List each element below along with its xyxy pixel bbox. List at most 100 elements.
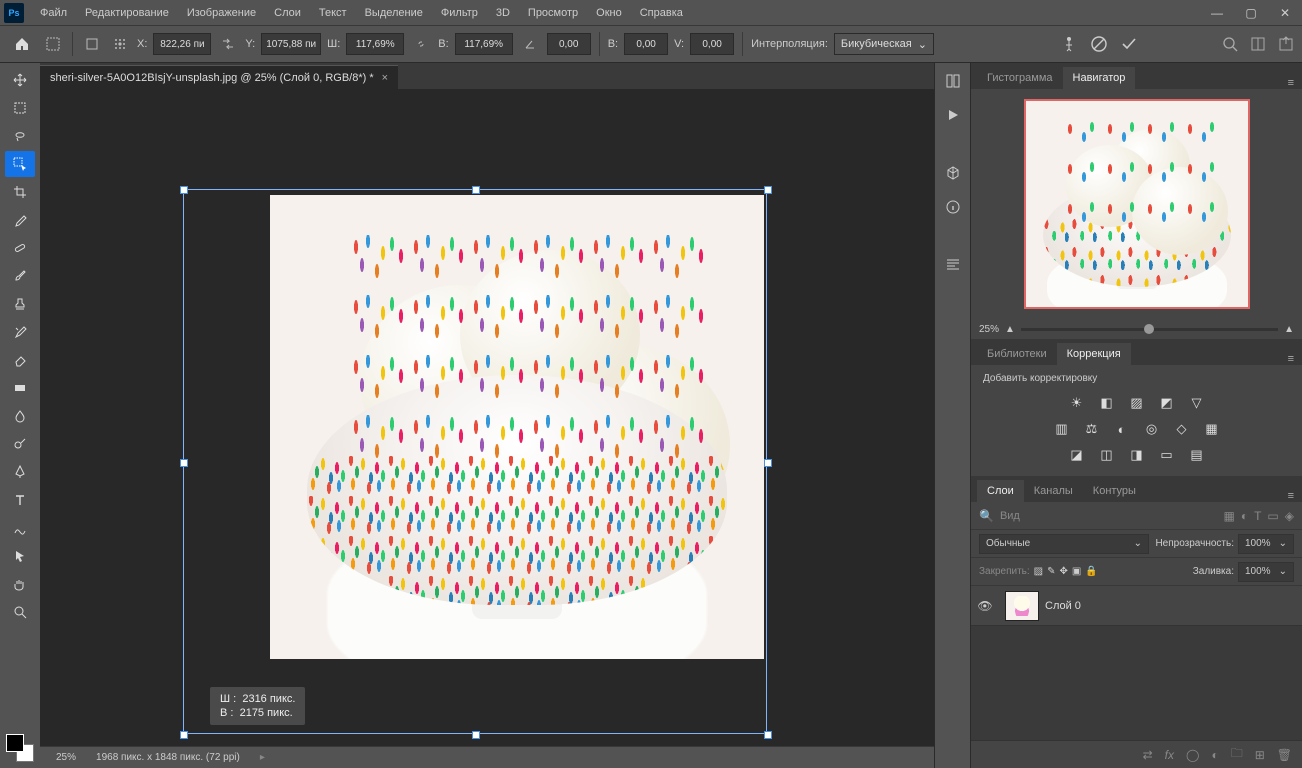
filter-shape-icon[interactable]: ▭ (1267, 509, 1278, 523)
menu-layers[interactable]: Слои (266, 3, 309, 23)
search-icon[interactable] (1222, 36, 1238, 52)
hand-tool[interactable] (5, 571, 35, 597)
transform-handle[interactable] (764, 459, 772, 467)
visibility-toggle-icon[interactable]: 👁 (971, 599, 999, 613)
lock-transparency-icon[interactable]: ▨ (1034, 566, 1043, 577)
menu-filter[interactable]: Фильтр (433, 3, 486, 23)
filter-image-icon[interactable]: ▦ (1223, 509, 1234, 523)
new-layer-icon[interactable]: ⊞ (1255, 748, 1265, 762)
menu-help[interactable]: Справка (632, 3, 691, 23)
h-field[interactable]: 117,69% (455, 33, 513, 55)
menu-window[interactable]: Окно (588, 3, 630, 23)
selective-color-icon[interactable]: ▤ (1187, 446, 1207, 464)
stamp-tool[interactable] (5, 291, 35, 317)
puppet-icon[interactable] (1060, 35, 1078, 53)
transform-bbox[interactable] (183, 189, 767, 734)
paragraph-panel-icon[interactable] (941, 253, 965, 277)
bw-icon[interactable]: ◐ (1112, 420, 1132, 438)
menu-text[interactable]: Текст (311, 3, 355, 23)
arrange-docs-icon[interactable] (1250, 36, 1266, 52)
blur-tool[interactable] (5, 403, 35, 429)
fill-field[interactable]: 100%⌄ (1238, 562, 1294, 582)
dodge-tool[interactable] (5, 431, 35, 457)
layer-mask-icon[interactable]: ◯ (1186, 748, 1199, 762)
layer-thumbnail[interactable] (1005, 591, 1039, 621)
layers-filter-input[interactable]: Вид (1000, 510, 1218, 522)
x-field[interactable]: 822,26 пи (153, 33, 211, 55)
zoom-tool[interactable] (5, 599, 35, 625)
tab-libraries[interactable]: Библиотеки (977, 343, 1057, 365)
gradient-tool[interactable] (5, 375, 35, 401)
exposure-icon[interactable]: ◩ (1157, 394, 1177, 412)
skew-h-field[interactable]: 0,00 (624, 33, 668, 55)
tab-histogram[interactable]: Гистограмма (977, 67, 1063, 89)
crop-tool[interactable] (5, 179, 35, 205)
canvas[interactable]: Ш : 2316 пикс. В : 2175 пикс. (40, 89, 934, 746)
pen-tool[interactable] (5, 459, 35, 485)
commit-transform-icon[interactable] (1120, 35, 1138, 53)
tab-paths[interactable]: Контуры (1083, 480, 1146, 502)
curves-icon[interactable]: ▨ (1127, 394, 1147, 412)
navigator-zoom-slider[interactable]: 25% ▲ ▲ (971, 319, 1302, 339)
navigator-thumbnail[interactable] (1024, 99, 1250, 309)
share-icon[interactable] (1278, 36, 1294, 52)
search-icon[interactable]: 🔍 (979, 509, 994, 523)
transform-handle[interactable] (764, 186, 772, 194)
vibrance-icon[interactable]: ▽ (1187, 394, 1207, 412)
angle-field[interactable]: 0,00 (547, 33, 591, 55)
swap-xy-icon[interactable] (217, 33, 239, 55)
nav-panel-menu-icon[interactable]: ≡ (1280, 77, 1302, 89)
menu-edit[interactable]: Редактирование (77, 3, 177, 23)
tab-layers[interactable]: Слои (977, 480, 1024, 502)
lasso-tool[interactable] (5, 123, 35, 149)
opacity-field[interactable]: 100%⌄ (1238, 534, 1294, 554)
lock-paint-icon[interactable]: ✎ (1047, 566, 1055, 577)
zoom-in-icon[interactable]: ▲ (1284, 324, 1294, 335)
zoom-out-icon[interactable]: ▲ (1005, 324, 1015, 335)
menu-image[interactable]: Изображение (179, 3, 264, 23)
channel-mixer-icon[interactable]: ◇ (1172, 420, 1192, 438)
posterize-icon[interactable]: ◫ (1097, 446, 1117, 464)
info-panel-icon[interactable] (941, 195, 965, 219)
transform-handle[interactable] (764, 731, 772, 739)
3d-panel-icon[interactable] (941, 161, 965, 185)
delete-layer-icon[interactable]: 🗑 (1277, 748, 1292, 762)
transform-handle[interactable] (180, 186, 188, 194)
quick-selection-tool[interactable] (5, 151, 35, 177)
threshold-icon[interactable]: ◨ (1127, 446, 1147, 464)
skew-v-field[interactable]: 0,00 (690, 33, 734, 55)
close-tab-icon[interactable]: × (382, 72, 388, 84)
interpolation-select[interactable]: Бикубическая⌄ (834, 33, 934, 55)
healing-tool[interactable] (5, 235, 35, 261)
cancel-transform-icon[interactable] (1090, 35, 1108, 53)
frame-select-icon[interactable] (42, 33, 64, 55)
lock-position-icon[interactable]: ✥ (1060, 566, 1068, 577)
tab-channels[interactable]: Каналы (1024, 480, 1083, 502)
w-field[interactable]: 117,69% (346, 33, 404, 55)
blend-mode-select[interactable]: Обычные⌄ (979, 534, 1149, 554)
filter-adj-icon[interactable]: ◐ (1241, 509, 1248, 523)
brush-tool[interactable] (5, 263, 35, 289)
menu-file[interactable]: Файл (32, 3, 75, 23)
hsl-icon[interactable]: ▥ (1052, 420, 1072, 438)
link-layers-icon[interactable]: ⇄ (1143, 748, 1153, 762)
transform-handle[interactable] (472, 731, 480, 739)
move-tool[interactable] (5, 67, 35, 93)
photo-filter-icon[interactable]: ◎ (1142, 420, 1162, 438)
menu-view[interactable]: Просмотр (520, 3, 586, 23)
maximize-button[interactable]: ▢ (1234, 0, 1268, 25)
ref-point-grid[interactable] (109, 33, 131, 55)
group-icon[interactable]: 🗀 (1231, 744, 1243, 765)
minimize-button[interactable]: — (1200, 0, 1234, 25)
layer-style-icon[interactable]: fx (1165, 748, 1174, 762)
eraser-tool[interactable] (5, 347, 35, 373)
layers-panel-menu-icon[interactable]: ≡ (1280, 490, 1302, 502)
home-button[interactable] (8, 30, 36, 58)
ref-point-toggle[interactable] (81, 33, 103, 55)
filter-smart-icon[interactable]: ◈ (1285, 509, 1294, 523)
path-tool[interactable] (5, 515, 35, 541)
lock-all-icon[interactable]: 🔒 (1085, 566, 1097, 577)
y-field[interactable]: 1075,88 пи (261, 33, 321, 55)
actions-panel-icon[interactable] (941, 103, 965, 127)
layer-name[interactable]: Слой 0 (1045, 600, 1081, 612)
